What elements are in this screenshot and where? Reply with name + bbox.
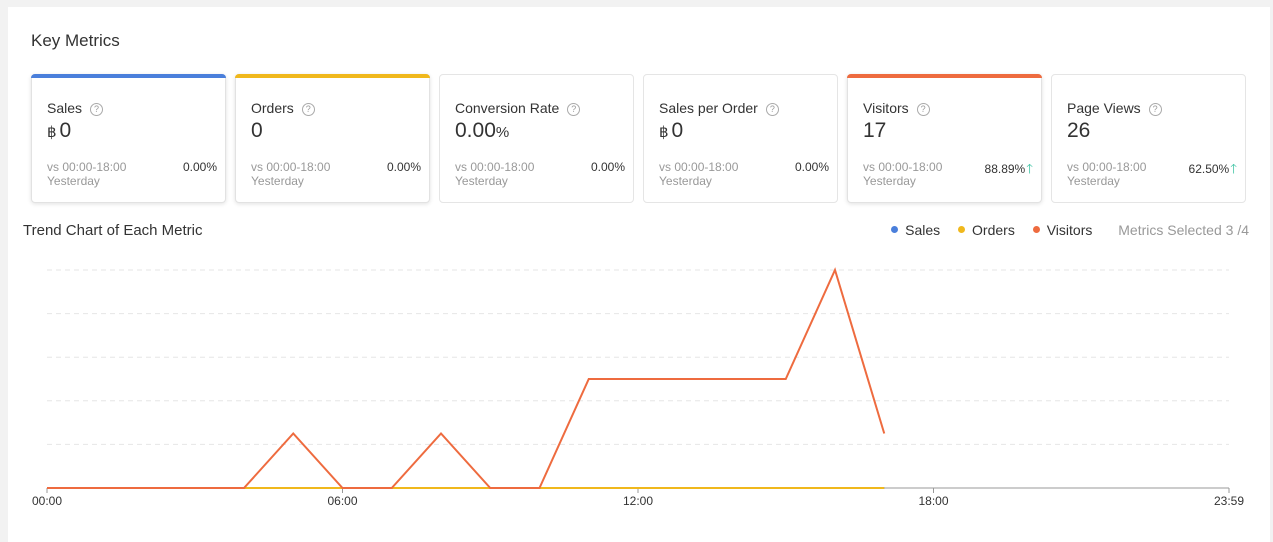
x-tick-label: 18:00 (918, 494, 948, 508)
series-line-visitors[interactable] (47, 267, 886, 489)
x-tick-label: 06:00 (327, 494, 357, 508)
x-tick-label: 12:00 (623, 494, 653, 508)
trend-line-chart: 00:00 06:00 12:00 18:00 23:59 (32, 267, 1244, 508)
x-tick-label: 23:59 (1214, 494, 1244, 508)
x-tick-label: 00:00 (32, 494, 62, 508)
